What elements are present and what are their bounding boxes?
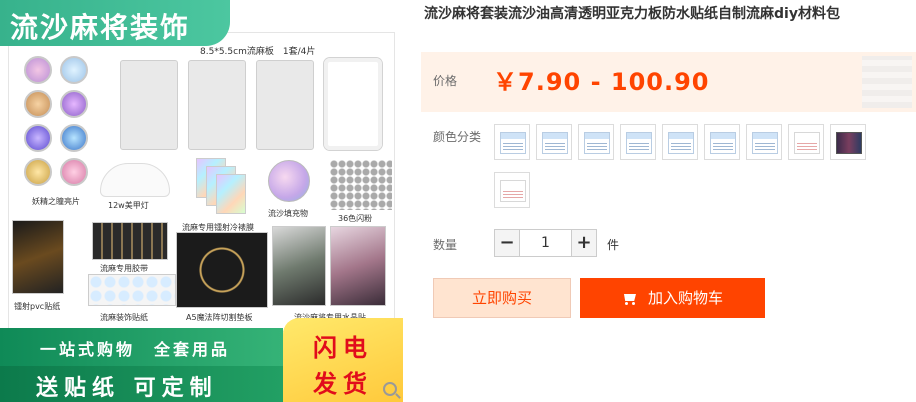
holo-film-sheet [216, 174, 246, 214]
swatch-thumb-text [797, 142, 817, 150]
cutting-mat [176, 232, 268, 308]
promo-banner-top: 一站式购物 全套用品 [0, 328, 283, 366]
promo-banner-bottom-text: 送贴纸 可定制 [36, 376, 218, 401]
tape-roll-strip [92, 222, 168, 260]
crystal-sticker [330, 226, 386, 306]
caption-pvc: 镭射pvc贴纸 [14, 302, 61, 311]
caption-lamp: 12w美甲灯 [108, 201, 149, 210]
buy-now-button[interactable]: 立即购买 [433, 278, 571, 318]
cart-icon [622, 292, 638, 305]
quantity-input[interactable] [520, 229, 571, 257]
swatch-thumb-text [629, 142, 649, 150]
sequin-jar [24, 158, 52, 186]
swatch-thumb-text [545, 142, 565, 150]
sequin-jar [60, 158, 88, 186]
color-swatch[interactable] [788, 124, 824, 160]
color-swatch[interactable] [746, 124, 782, 160]
sequin-jar [24, 56, 52, 84]
caption-sequins: 妖精之瞳亮片 [32, 197, 80, 206]
zoom-icon[interactable] [383, 382, 397, 396]
acrylic-board [188, 60, 246, 150]
glitter-set [330, 160, 392, 210]
price-box: 价格 ￥7.90 - 100.90 [421, 52, 916, 112]
sequin-jar [24, 124, 52, 152]
quantity-unit: 件 [607, 238, 620, 252]
decor-sticker-sheet [88, 274, 176, 306]
promo-banner-bottom: 送贴纸 可定制 [0, 366, 283, 402]
promo-banner-top-text: 一站式购物 全套用品 [40, 340, 231, 359]
quantity-decrease-button[interactable]: − [494, 229, 520, 257]
color-swatch[interactable] [494, 172, 530, 208]
swatch-thumb-text [671, 142, 691, 150]
price-value: ￥7.90 - 100.90 [493, 68, 710, 96]
caption-filler: 流沙填充物 [268, 209, 308, 218]
sequin-jar [60, 124, 88, 152]
swatch-thumb-text [713, 142, 733, 150]
color-category-label: 颜色分类 [433, 130, 482, 144]
product-page: 流沙麻将装饰 8.5*5.5cm流麻板 1套/4片 妖精之瞳亮片 12w美甲灯 … [0, 0, 916, 402]
color-swatch[interactable] [662, 124, 698, 160]
swatch-thumb-text [755, 142, 775, 150]
swatch-thumb-text [587, 142, 607, 150]
blurred-qr-code [862, 56, 912, 108]
flash-line-2: 发货 [313, 370, 373, 398]
caption-glitter: 36色闪粉 [338, 214, 373, 223]
add-to-cart-button[interactable]: 加入购物车 [580, 278, 765, 318]
sequin-jar [60, 56, 88, 84]
sequin-jar [60, 90, 88, 118]
board-size-label: 8.5*5.5cm流麻板 1套/4片 [200, 47, 316, 57]
sequin-jar [24, 90, 52, 118]
swatch-thumb [836, 132, 862, 154]
swatch-thumb-text [503, 142, 523, 150]
caption-tape: 流麻专用胶带 [100, 264, 148, 273]
color-swatch[interactable] [830, 124, 866, 160]
crystal-sticker [272, 226, 326, 306]
product-title: 流沙麻将套装流沙油高清透明亚克力板防水贴纸自制流麻diy材料包 [424, 6, 840, 22]
image-header-title: 流沙麻将装饰 [0, 0, 230, 46]
color-swatch[interactable] [620, 124, 656, 160]
price-label: 价格 [433, 74, 458, 88]
add-to-cart-label: 加入购物车 [647, 289, 723, 307]
acrylic-board [256, 60, 314, 150]
product-main-image[interactable]: 流沙麻将装饰 8.5*5.5cm流麻板 1套/4片 妖精之瞳亮片 12w美甲灯 … [0, 0, 403, 402]
caption-mat: A5魔法阵切割垫板 [186, 313, 253, 322]
quantity-increase-button[interactable]: + [571, 229, 597, 257]
flash-line-1: 闪电 [313, 334, 373, 362]
acrylic-frame [324, 58, 382, 150]
color-swatch[interactable] [704, 124, 740, 160]
swatch-thumb-text [503, 190, 523, 198]
color-swatch[interactable] [536, 124, 572, 160]
color-swatch[interactable] [578, 124, 614, 160]
color-swatch[interactable] [494, 124, 530, 160]
acrylic-board [120, 60, 178, 150]
filler-jar [268, 160, 310, 202]
caption-stickers: 流麻装饰贴纸 [100, 313, 148, 322]
pvc-sticker-sheet [12, 220, 64, 294]
quantity-label: 数量 [433, 238, 458, 252]
